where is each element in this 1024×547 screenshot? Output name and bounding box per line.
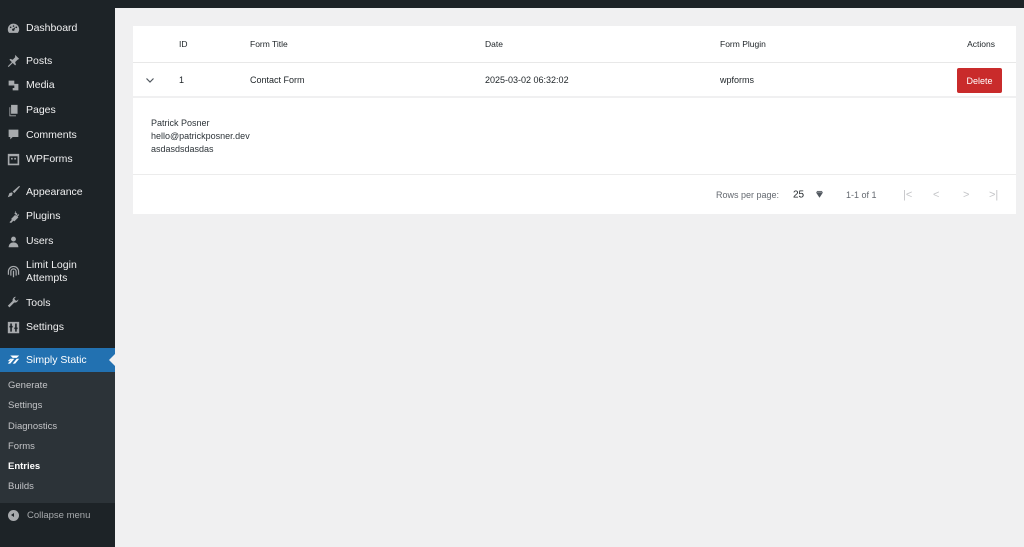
- chevron-down-icon: [146, 77, 154, 83]
- sidebar-item-wpforms[interactable]: WPForms: [0, 147, 115, 172]
- simply-static-icon: [6, 353, 20, 367]
- table-row: 1 Contact Form 2025-03-02 06:32:02 wpfor…: [133, 63, 1016, 98]
- admin-sidebar: Dashboard Posts Media Pages Comments WPF…: [0, 8, 115, 547]
- user-icon: [6, 234, 20, 248]
- sidebar-item-comments[interactable]: Comments: [0, 122, 115, 147]
- simply-static-submenu: Generate Settings Diagnostics Forms Entr…: [0, 371, 115, 503]
- table-header: ID Form Title Date Form Plugin Actions: [133, 26, 1016, 63]
- sidebar-item-label: Tools: [26, 296, 51, 309]
- sliders-icon: [6, 320, 20, 334]
- sidebar-item-posts[interactable]: Posts: [0, 49, 115, 74]
- sidebar-item-label: Dashboard: [26, 22, 78, 35]
- submenu-item-entries[interactable]: Entries: [0, 456, 115, 476]
- sidebar-item-dashboard[interactable]: Dashboard: [0, 16, 115, 41]
- fingerprint-icon: [6, 265, 20, 279]
- collapse-menu-button[interactable]: Collapse menu: [0, 503, 115, 529]
- row-details: Patrick Posner hello@patrickposner.dev a…: [133, 98, 1016, 175]
- submenu-item-diagnostics[interactable]: Diagnostics: [0, 416, 115, 436]
- sidebar-item-label: Plugins: [26, 210, 61, 223]
- pin-icon: [6, 54, 20, 68]
- pagination-range: 1-1 of 1: [846, 190, 877, 200]
- sidebar-item-label: Pages: [26, 104, 56, 117]
- cell-form-plugin: wpforms: [720, 74, 755, 85]
- next-page-button[interactable]: >: [963, 189, 969, 201]
- sidebar-item-media[interactable]: Media: [0, 73, 115, 98]
- media-icon: [6, 78, 20, 92]
- sidebar-item-users[interactable]: Users: [0, 229, 115, 254]
- submenu-item-builds[interactable]: Builds: [0, 476, 115, 496]
- column-header-form-title[interactable]: Form Title: [250, 39, 288, 49]
- collapse-menu-label: Collapse menu: [27, 510, 91, 522]
- expand-row-toggle[interactable]: [145, 75, 155, 85]
- detail-name: Patrick Posner: [151, 118, 210, 128]
- sidebar-item-label: Media: [26, 79, 55, 92]
- detail-email: hello@patrickposner.dev: [151, 131, 250, 141]
- wrench-icon: [6, 296, 20, 310]
- sidebar-item-label: Appearance: [26, 185, 83, 198]
- cell-id: 1: [179, 74, 185, 85]
- submenu-item-forms[interactable]: Forms: [0, 436, 115, 456]
- admin-bar: [0, 0, 1024, 8]
- sidebar-item-plugins[interactable]: Plugins: [0, 204, 115, 229]
- submenu-item-settings[interactable]: Settings: [0, 396, 115, 416]
- column-header-actions: Actions: [967, 39, 995, 49]
- previous-page-button[interactable]: <: [933, 189, 939, 201]
- pagination: Rows per page: 25 1-1 of 1 |< < > >|: [133, 176, 1016, 214]
- submenu-item-generate[interactable]: Generate: [0, 376, 115, 396]
- dashboard-icon: [6, 21, 20, 35]
- rows-per-page-label: Rows per page:: [716, 190, 780, 200]
- collapse-icon: [8, 510, 19, 522]
- sidebar-item-settings[interactable]: Settings: [0, 315, 115, 340]
- rows-per-page-select[interactable]: 25: [793, 190, 804, 201]
- column-header-id[interactable]: ID: [179, 39, 188, 49]
- sidebar-item-simply-static[interactable]: Simply Static: [0, 347, 115, 372]
- detail-message: asdasdsdasdas: [151, 144, 214, 154]
- comment-icon: [6, 128, 20, 142]
- sidebar-item-label: Users: [26, 235, 54, 248]
- plug-icon: [6, 209, 20, 223]
- sidebar-item-label: Posts: [26, 54, 53, 67]
- entries-table-panel: ID Form Title Date Form Plugin Actions 1…: [133, 26, 1016, 214]
- sidebar-item-label: Simply Static: [26, 353, 87, 366]
- wpforms-icon: [6, 152, 20, 166]
- dropdown-arrow-icon[interactable]: [815, 190, 824, 200]
- column-header-date[interactable]: Date: [485, 39, 503, 49]
- sidebar-item-label: Limit Login Attempts: [26, 258, 77, 284]
- column-header-form-plugin[interactable]: Form Plugin: [720, 39, 766, 49]
- cell-form-title: Contact Form: [250, 74, 305, 85]
- brush-icon: [6, 185, 20, 199]
- sidebar-item-label: Comments: [26, 128, 77, 141]
- last-page-button[interactable]: >|: [989, 189, 998, 201]
- sidebar-item-appearance[interactable]: Appearance: [0, 180, 115, 205]
- cell-date: 2025-03-02 06:32:02: [485, 74, 569, 85]
- sidebar-item-label: Settings: [26, 321, 64, 334]
- delete-button[interactable]: Delete: [957, 68, 1002, 93]
- first-page-button[interactable]: |<: [903, 189, 912, 201]
- pages-icon: [6, 103, 20, 117]
- sidebar-item-label: WPForms: [26, 153, 73, 166]
- sidebar-item-pages[interactable]: Pages: [0, 98, 115, 123]
- sidebar-item-tools[interactable]: Tools: [0, 290, 115, 315]
- sidebar-item-limit-login-attempts[interactable]: Limit Login Attempts: [0, 253, 115, 290]
